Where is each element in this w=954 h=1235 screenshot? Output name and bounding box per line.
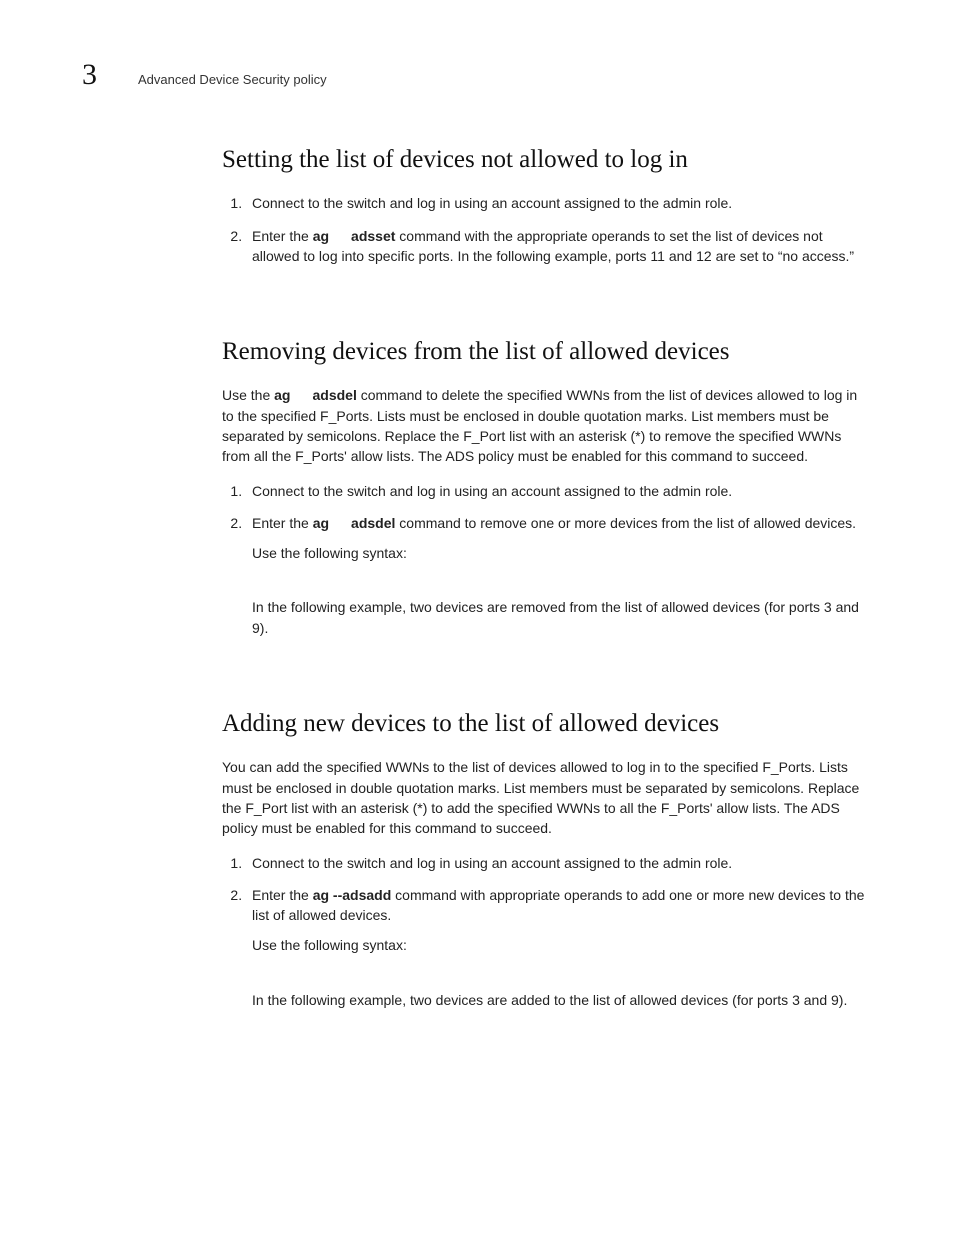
- syntax-label: Use the following syntax:: [252, 935, 872, 955]
- syntax-label: Use the following syntax:: [252, 543, 872, 563]
- step-text-pre: Enter the: [252, 887, 313, 903]
- command-text: ag --adsadd: [313, 887, 392, 903]
- list-item: Connect to the switch and log in using a…: [246, 193, 872, 213]
- steps-setting-list: Connect to the switch and log in using a…: [222, 193, 872, 266]
- step-text-post: command to remove one or more devices fr…: [395, 515, 856, 531]
- step-text: Connect to the switch and log in using a…: [252, 855, 732, 871]
- intro-pre: Use the: [222, 387, 274, 403]
- command-text: agadsset: [313, 228, 396, 244]
- intro-para: Use the agadsdel command to delete the s…: [222, 385, 872, 466]
- example-text: In the following example, two devices ar…: [252, 597, 872, 638]
- command-text: agadsdel: [274, 387, 357, 403]
- intro-para: You can add the specified WWNs to the li…: [222, 757, 872, 838]
- list-item: Enter the agadsdel command to remove one…: [246, 513, 872, 638]
- heading-adding-devices: Adding new devices to the list of allowe…: [222, 708, 872, 739]
- command-text: agadsdel: [313, 515, 396, 531]
- section-setting-list: Setting the list of devices not allowed …: [222, 144, 872, 266]
- list-item: Enter the ag --adsadd command with appro…: [246, 885, 872, 1010]
- heading-setting-list: Setting the list of devices not allowed …: [222, 144, 872, 175]
- list-item: Connect to the switch and log in using a…: [246, 853, 872, 873]
- content-area: Setting the list of devices not allowed …: [222, 144, 872, 1010]
- steps-adding-devices: Connect to the switch and log in using a…: [222, 853, 872, 1010]
- steps-removing-devices: Connect to the switch and log in using a…: [222, 481, 872, 638]
- running-header: 3 Advanced Device Security policy: [82, 58, 872, 92]
- section-removing-devices: Removing devices from the list of allowe…: [222, 336, 872, 638]
- section-adding-devices: Adding new devices to the list of allowe…: [222, 708, 872, 1010]
- step-text: Connect to the switch and log in using a…: [252, 195, 732, 211]
- step-text: Connect to the switch and log in using a…: [252, 483, 732, 499]
- chapter-number: 3: [82, 58, 110, 92]
- list-item: Connect to the switch and log in using a…: [246, 481, 872, 501]
- list-item: Enter the agadsset command with the appr…: [246, 226, 872, 267]
- step-text-pre: Enter the: [252, 228, 313, 244]
- heading-removing-devices: Removing devices from the list of allowe…: [222, 336, 872, 367]
- page: 3 Advanced Device Security policy Settin…: [0, 0, 954, 1120]
- running-title: Advanced Device Security policy: [138, 72, 327, 87]
- example-text: In the following example, two devices ar…: [252, 990, 872, 1010]
- step-text-pre: Enter the: [252, 515, 313, 531]
